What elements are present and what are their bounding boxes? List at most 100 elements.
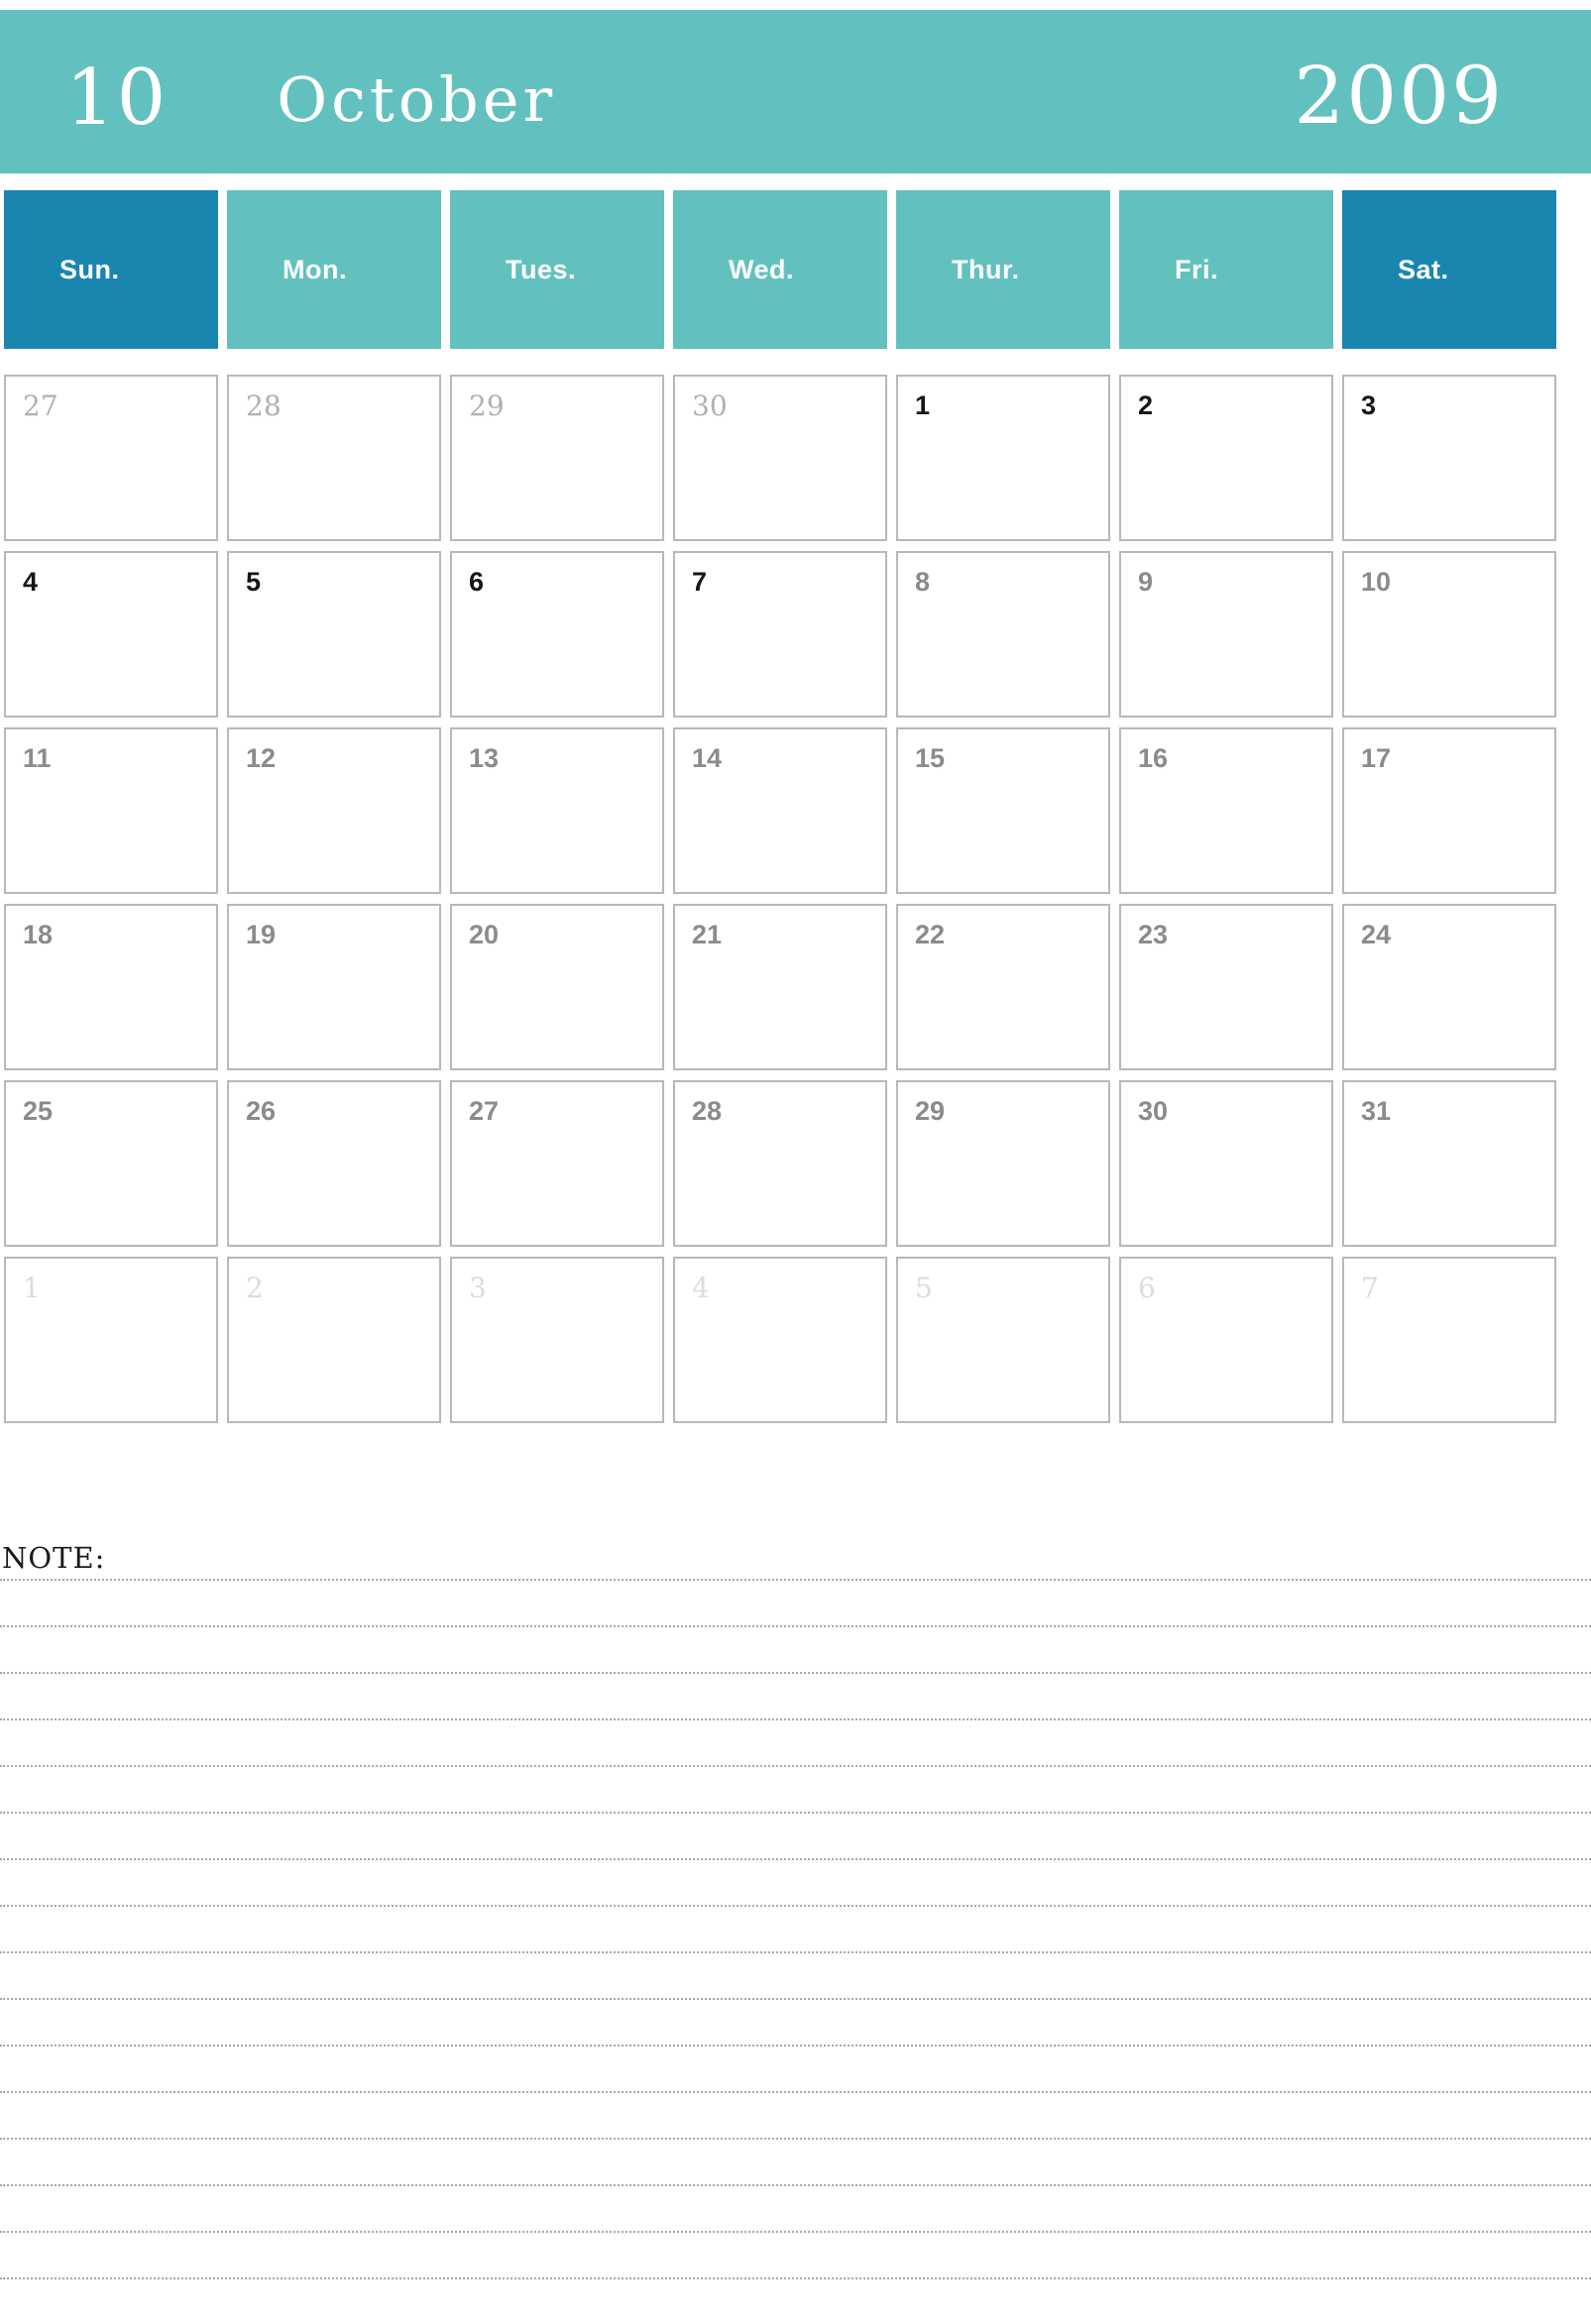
day-number: 16 [1138, 743, 1169, 773]
day-cell[interactable]: 12 [227, 727, 441, 894]
weekday-header-sat: Sat. [1342, 190, 1556, 349]
day-cell[interactable]: 5 [896, 1257, 1110, 1423]
day-number: 29 [469, 389, 505, 422]
day-cell[interactable]: 4 [673, 1257, 887, 1423]
week-row: 27 28 29 30 1 2 3 [4, 375, 1587, 541]
day-cell[interactable]: 6 [1119, 1257, 1333, 1423]
day-cell[interactable]: 28 [673, 1080, 887, 1247]
note-line[interactable] [0, 2138, 1591, 2140]
day-cell[interactable]: 23 [1119, 904, 1333, 1070]
day-cell[interactable]: 11 [4, 727, 218, 894]
weekday-label: Sat. [1398, 254, 1449, 284]
note-line[interactable] [0, 1951, 1591, 1953]
day-cell[interactable]: 17 [1342, 727, 1556, 894]
weekday-header-fri: Fri. [1119, 190, 1333, 349]
day-cell[interactable]: 16 [1119, 727, 1333, 894]
date-grid: 27 28 29 30 1 2 3 4 5 6 7 8 9 10 11 12 13 14 15 16 17 18 19 20 2… [4, 375, 1587, 1433]
day-cell[interactable]: 28 [227, 375, 441, 541]
week-row: 4 5 6 7 8 9 10 [4, 551, 1587, 718]
note-line[interactable] [0, 1579, 1591, 1581]
day-number: 27 [469, 1096, 500, 1126]
note-line[interactable] [0, 2231, 1591, 2233]
day-cell[interactable]: 27 [4, 375, 218, 541]
day-number: 8 [915, 567, 931, 597]
day-number: 7 [692, 567, 708, 597]
day-number: 12 [246, 743, 277, 773]
day-cell[interactable]: 7 [673, 551, 887, 718]
day-number: 13 [469, 743, 500, 773]
day-cell[interactable]: 24 [1342, 904, 1556, 1070]
day-cell[interactable]: 21 [673, 904, 887, 1070]
day-cell[interactable]: 4 [4, 551, 218, 718]
day-cell[interactable]: 29 [450, 375, 664, 541]
day-number: 20 [469, 920, 500, 949]
day-number: 5 [915, 1272, 933, 1304]
day-number: 1 [915, 390, 931, 420]
note-line[interactable] [0, 1858, 1591, 1860]
note-line[interactable] [0, 1718, 1591, 1720]
day-cell[interactable]: 9 [1119, 551, 1333, 718]
note-line[interactable] [0, 1672, 1591, 1674]
day-cell[interactable]: 8 [896, 551, 1110, 718]
note-line[interactable] [0, 2091, 1591, 2093]
day-cell[interactable]: 19 [227, 904, 441, 1070]
day-number: 5 [246, 567, 262, 597]
weekday-label: Sun. [59, 254, 120, 284]
day-cell[interactable]: 1 [896, 375, 1110, 541]
note-line[interactable] [0, 2045, 1591, 2047]
day-cell[interactable]: 30 [1119, 1080, 1333, 1247]
weekday-label: Thur. [952, 254, 1020, 284]
day-cell[interactable]: 25 [4, 1080, 218, 1247]
note-line[interactable] [0, 1765, 1591, 1767]
day-cell[interactable]: 30 [673, 375, 887, 541]
day-number: 21 [692, 920, 723, 949]
day-number: 3 [1361, 390, 1377, 420]
day-cell[interactable]: 10 [1342, 551, 1556, 718]
day-number: 6 [469, 567, 485, 597]
day-cell[interactable]: 3 [1342, 375, 1556, 541]
day-number: 28 [246, 389, 282, 422]
day-cell[interactable]: 18 [4, 904, 218, 1070]
day-cell[interactable]: 14 [673, 727, 887, 894]
day-number: 30 [692, 389, 728, 422]
weekday-header-thur: Thur. [896, 190, 1110, 349]
day-number: 23 [1138, 920, 1169, 949]
day-cell[interactable]: 20 [450, 904, 664, 1070]
note-line[interactable] [0, 2277, 1591, 2279]
day-number: 10 [1361, 567, 1392, 597]
note-line[interactable] [0, 1812, 1591, 1814]
day-cell[interactable]: 1 [4, 1257, 218, 1423]
note-lines[interactable] [0, 1579, 1591, 2279]
day-number: 4 [692, 1272, 710, 1304]
day-cell[interactable]: 15 [896, 727, 1110, 894]
day-number: 9 [1138, 567, 1154, 597]
day-cell[interactable]: 31 [1342, 1080, 1556, 1247]
note-line[interactable] [0, 2184, 1591, 2186]
year-label: 2009 [1294, 49, 1504, 142]
day-cell[interactable]: 13 [450, 727, 664, 894]
weekday-header-sun: Sun. [4, 190, 218, 349]
week-row: 11 12 13 14 15 16 17 [4, 727, 1587, 894]
note-line[interactable] [0, 1998, 1591, 2000]
weekday-label: Tues. [506, 254, 577, 284]
day-cell[interactable]: 7 [1342, 1257, 1556, 1423]
day-cell[interactable]: 27 [450, 1080, 664, 1247]
day-cell[interactable]: 29 [896, 1080, 1110, 1247]
day-number: 25 [23, 1096, 54, 1126]
day-cell[interactable]: 22 [896, 904, 1110, 1070]
day-cell[interactable]: 26 [227, 1080, 441, 1247]
weekday-header-tues: Tues. [450, 190, 664, 349]
day-number: 14 [692, 743, 723, 773]
day-number: 15 [915, 743, 946, 773]
day-cell[interactable]: 6 [450, 551, 664, 718]
day-number: 2 [246, 1272, 264, 1304]
day-cell[interactable]: 2 [1119, 375, 1333, 541]
note-line[interactable] [0, 1625, 1591, 1627]
day-number: 11 [23, 743, 52, 773]
day-cell[interactable]: 2 [227, 1257, 441, 1423]
day-number: 28 [692, 1096, 723, 1126]
note-line[interactable] [0, 1905, 1591, 1907]
day-cell[interactable]: 5 [227, 551, 441, 718]
weekday-header-row: Sun. Mon. Tues. Wed. Thur. Fri. Sat. [4, 190, 1587, 349]
day-cell[interactable]: 3 [450, 1257, 664, 1423]
